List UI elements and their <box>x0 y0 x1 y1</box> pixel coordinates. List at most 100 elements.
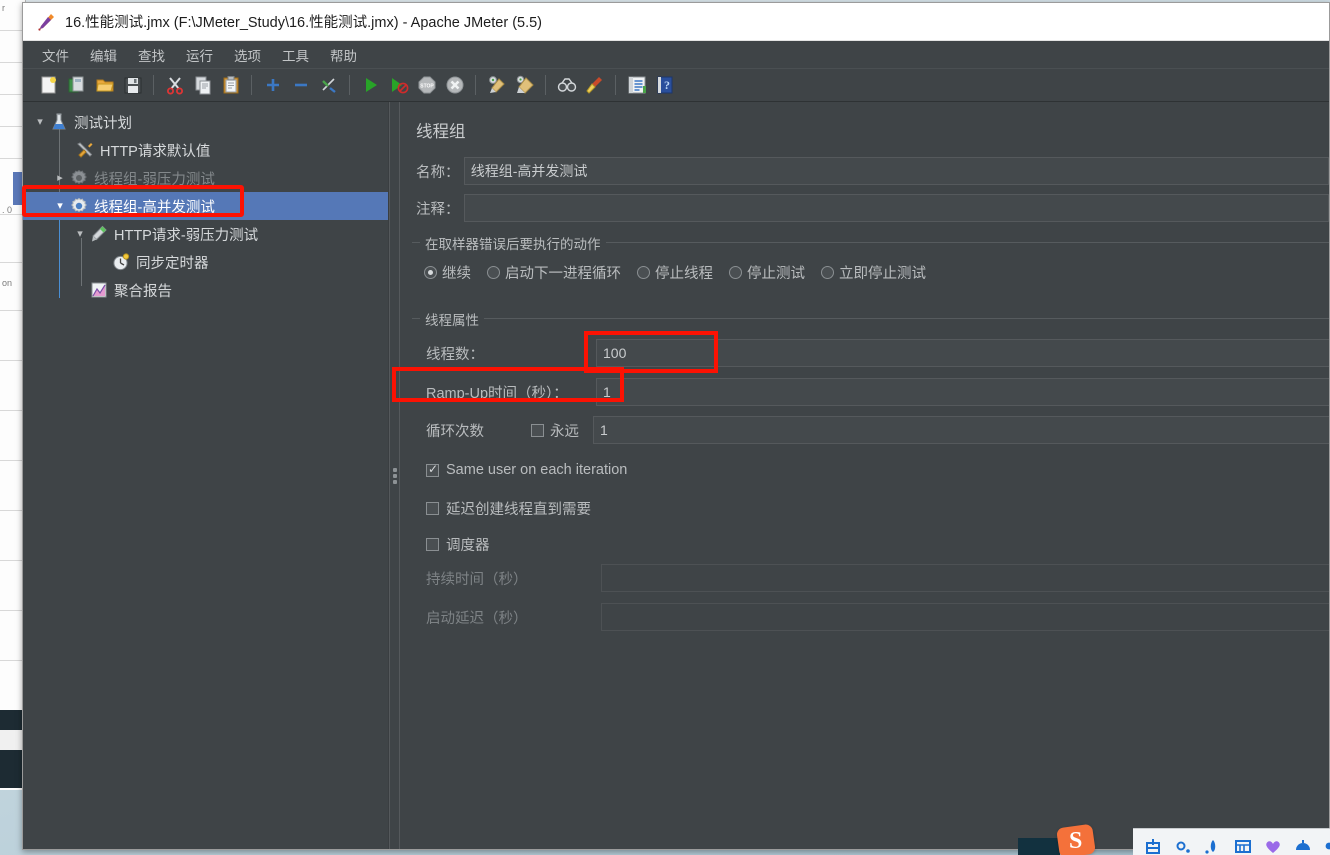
collapse-minus-icon[interactable] <box>287 72 314 99</box>
rampup-input[interactable]: 1 <box>596 378 1329 406</box>
scheduler-checkbox[interactable] <box>426 538 439 551</box>
tree-node-http-defaults[interactable]: HTTP请求默认值 <box>23 136 388 164</box>
taskbar-app-6-icon[interactable] <box>1293 837 1313 855</box>
paste-clipboard-icon[interactable] <box>217 72 244 99</box>
chevron-down-icon[interactable]: ▾ <box>31 116 49 128</box>
http-defaults-wrench-icon <box>75 140 95 160</box>
startup-delay-label: 启动延迟（秒） <box>426 610 528 627</box>
start-no-pauses-icon[interactable] <box>385 72 412 99</box>
copy-icon[interactable] <box>189 72 216 99</box>
radio-stop-thread[interactable]: 停止线程 <box>637 262 713 283</box>
taskbar-app-5-icon[interactable] <box>1263 837 1283 855</box>
tree-node-label: 同步定时器 <box>136 255 209 272</box>
function-helper-icon[interactable] <box>623 72 650 99</box>
sogou-input-icon[interactable]: S <box>1056 823 1096 855</box>
stop-icon[interactable]: STOP <box>413 72 440 99</box>
delay-thread-checkbox[interactable] <box>426 502 439 515</box>
toolbar-separator <box>153 75 154 95</box>
tree-node-sync-timer[interactable]: 同步定时器 <box>23 248 388 276</box>
duration-input[interactable] <box>601 564 1329 592</box>
menu-file[interactable]: 文件 <box>33 42 78 68</box>
radio-stop-test[interactable]: 停止测试 <box>729 262 805 283</box>
thread-props-group-title: 线程属性 <box>420 309 484 329</box>
menu-tools[interactable]: 工具 <box>273 42 318 68</box>
start-play-icon[interactable] <box>357 72 384 99</box>
chevron-down-icon[interactable]: ▾ <box>51 200 69 212</box>
pane-splitter[interactable] <box>389 102 400 849</box>
clear-icon[interactable] <box>483 72 510 99</box>
toolbar-separator <box>349 75 350 95</box>
menu-run[interactable]: 运行 <box>177 42 222 68</box>
tree-node-label: HTTP请求默认值 <box>100 143 211 160</box>
reset-search-broom-icon[interactable] <box>581 72 608 99</box>
same-user-label: Same user on each iteration <box>446 462 628 478</box>
same-user-checkbox-row[interactable]: Same user on each iteration <box>426 462 627 478</box>
taskbar-app-3-icon[interactable] <box>1203 837 1223 855</box>
background-light-strip <box>0 730 22 750</box>
duration-row: 持续时间（秒） <box>426 564 1329 592</box>
cut-scissors-icon[interactable] <box>161 72 188 99</box>
radio-start-next-loop[interactable]: 启动下一进程循环 <box>487 262 621 283</box>
radio-indicator <box>487 266 500 279</box>
shutdown-icon[interactable] <box>441 72 468 99</box>
radio-stop-test-now[interactable]: 立即停止测试 <box>821 262 926 283</box>
help-book-icon[interactable]: ? <box>651 72 678 99</box>
expand-plus-icon[interactable] <box>259 72 286 99</box>
new-from-template-icon[interactable] <box>63 72 90 99</box>
toolbar-separator <box>545 75 546 95</box>
menu-edit[interactable]: 编辑 <box>81 42 126 68</box>
radio-label: 立即停止测试 <box>839 266 926 282</box>
toggle-enable-icon[interactable] <box>315 72 342 99</box>
tree-node-thread-group-high[interactable]: ▾ 线程组-高并发测试 <box>23 192 388 220</box>
loop-count-row: 循环次数 永远 1 <box>426 416 1329 444</box>
clear-all-icon[interactable] <box>511 72 538 99</box>
rampup-row: Ramp-Up时间（秒）： 1 <box>426 378 1329 406</box>
search-binoculars-icon[interactable] <box>553 72 580 99</box>
menu-options[interactable]: 选项 <box>225 42 270 68</box>
title-bar[interactable]: 16.性能测试.jmx (F:\JMeter_Study\16.性能测试.jmx… <box>23 3 1329 41</box>
delay-thread-checkbox-row[interactable]: 延迟创建线程直到需要 <box>426 498 591 519</box>
taskbar-app-1-icon[interactable] <box>1143 837 1163 855</box>
forever-checkbox[interactable] <box>531 423 544 437</box>
name-input[interactable]: 线程组-高并发测试 <box>463 157 1329 185</box>
loop-count-input[interactable]: 1 <box>593 416 1329 444</box>
taskbar-app-4-icon[interactable] <box>1233 837 1253 855</box>
test-plan-tree[interactable]: ▾ 测试计划 HTTP请求默认值 ▸ 线程组-弱压力测试 ▾ 线程组-高并发测试… <box>23 102 389 849</box>
open-folder-icon[interactable] <box>91 72 118 99</box>
jmeter-main-window: 16.性能测试.jmx (F:\JMeter_Study\16.性能测试.jmx… <box>22 2 1330 850</box>
tree-node-label: 线程组-弱压力测试 <box>94 171 215 188</box>
menu-search[interactable]: 查找 <box>129 42 174 68</box>
same-user-checkbox[interactable] <box>426 462 439 477</box>
scheduler-checkbox-row[interactable]: 调度器 <box>426 534 490 555</box>
radio-continue[interactable]: 继续 <box>424 262 471 283</box>
error-action-radio-group: 继续 启动下一进程循环 停止线程 停止测试 立即停止测试 <box>424 262 942 283</box>
splitter-grip-icon <box>392 467 397 484</box>
startup-delay-input[interactable] <box>601 603 1329 631</box>
taskbar-app-7-icon[interactable] <box>1323 837 1330 855</box>
windows-taskbar[interactable] <box>1133 828 1330 855</box>
menu-help[interactable]: 帮助 <box>321 42 366 68</box>
error-action-group-title: 在取样器错误后要执行的动作 <box>420 233 606 253</box>
num-threads-input[interactable]: 100 <box>596 339 1329 367</box>
save-icon[interactable] <box>119 72 146 99</box>
forever-label: 永远 <box>550 423 579 440</box>
radio-label: 启动下一进程循环 <box>505 266 621 282</box>
thread-group-gear-icon <box>69 196 89 216</box>
name-row: 名称： 线程组-高并发测试 <box>416 157 1329 185</box>
radio-label: 继续 <box>442 266 471 282</box>
num-threads-label: 线程数： <box>426 346 484 363</box>
menu-bar: 文件 编辑 查找 运行 选项 工具 帮助 <box>23 41 1329 69</box>
chevron-right-icon[interactable]: ▸ <box>51 172 69 184</box>
tree-node-aggregate-report[interactable]: 聚合报告 <box>23 276 388 304</box>
tree-node-thread-group-light[interactable]: ▸ 线程组-弱压力测试 <box>23 164 388 192</box>
new-document-icon[interactable] <box>35 72 62 99</box>
delay-thread-label: 延迟创建线程直到需要 <box>446 502 591 518</box>
tree-node-http-request[interactable]: ▾ HTTP请求-弱压力测试 <box>23 220 388 248</box>
taskbar-app-2-icon[interactable] <box>1173 837 1193 855</box>
num-threads-row: 线程数： 100 <box>426 339 1329 367</box>
comment-input[interactable] <box>463 194 1329 222</box>
aggregate-report-chart-icon <box>89 280 109 300</box>
tree-node-test-plan[interactable]: ▾ 测试计划 <box>23 108 388 136</box>
chevron-down-icon[interactable]: ▾ <box>71 228 89 240</box>
radio-indicator <box>821 266 834 279</box>
